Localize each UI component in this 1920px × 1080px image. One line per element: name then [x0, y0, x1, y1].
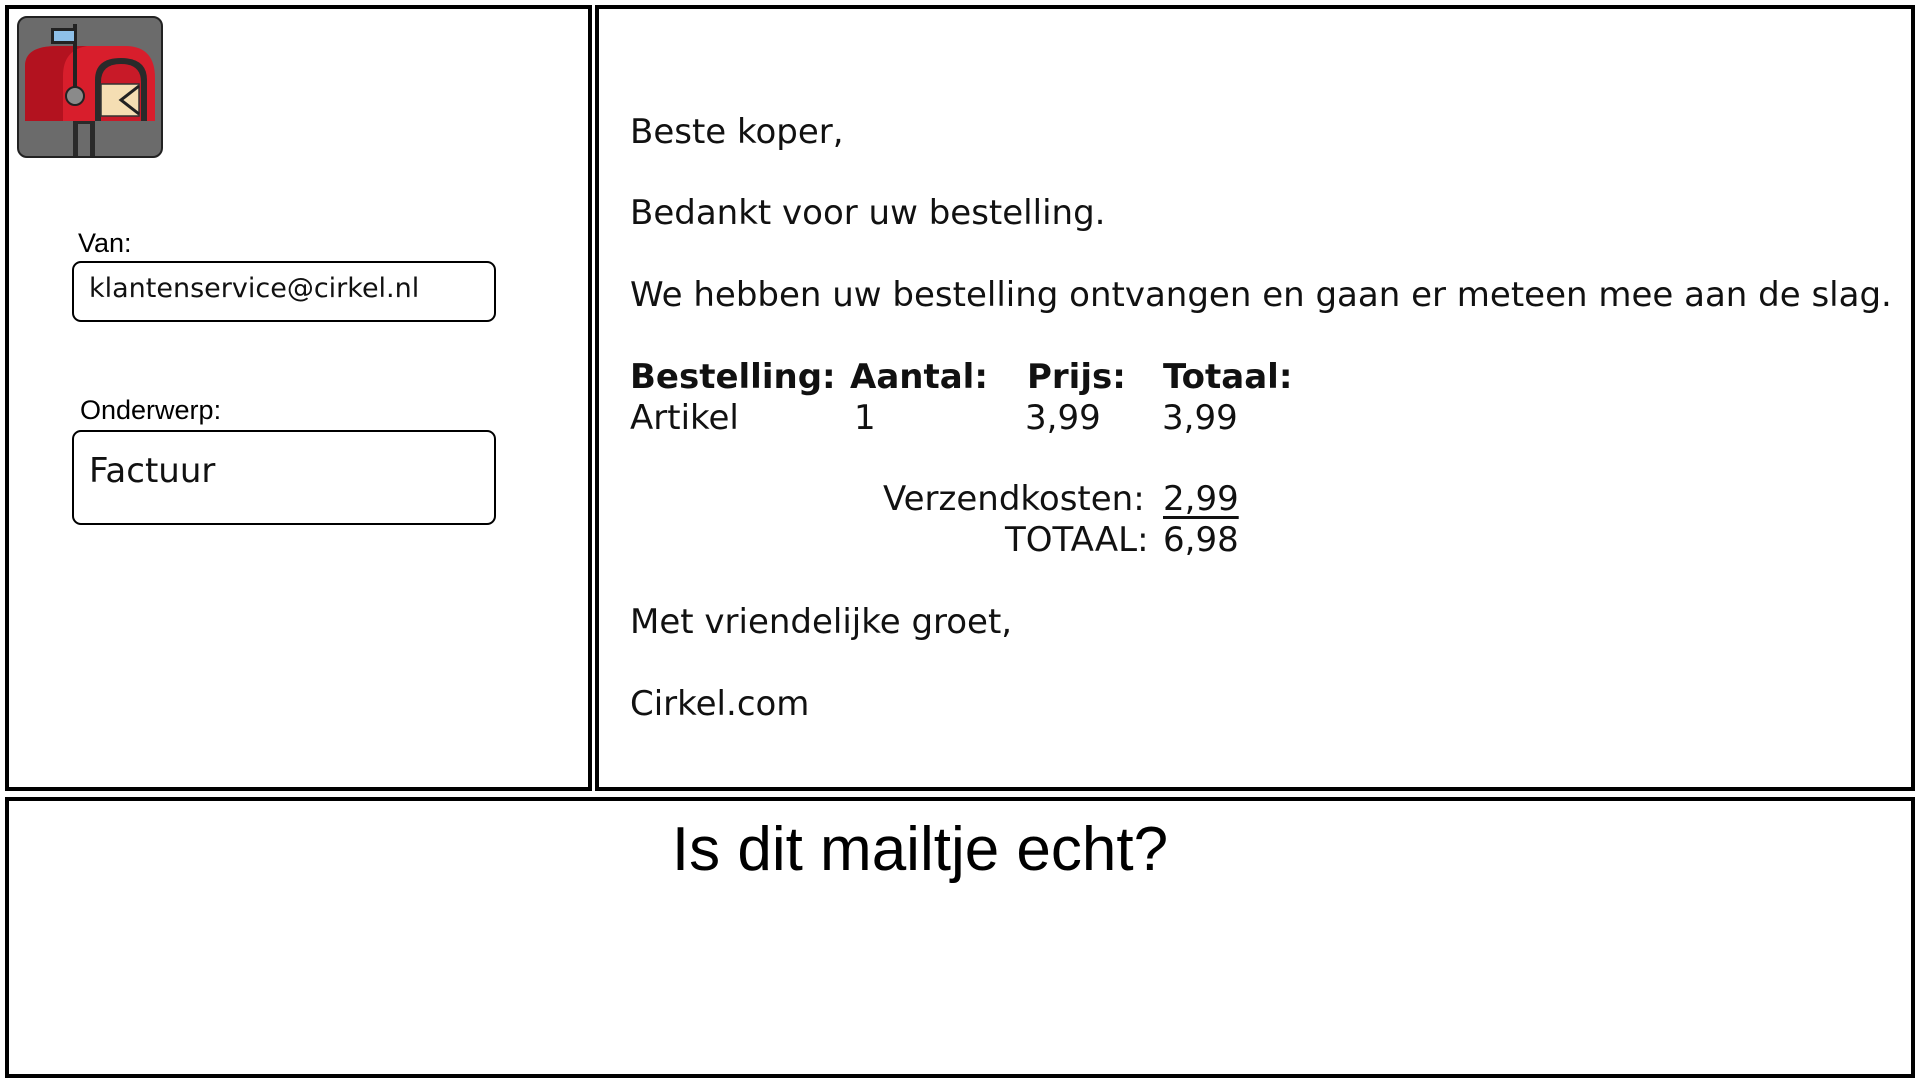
- sender-panel: Van: klantenservice@cirkel.nl Onderwerp:…: [5, 5, 592, 791]
- mail-body-panel: Beste koper, Bedankt voor uw bestelling.…: [595, 5, 1915, 791]
- subject-label: Onderwerp:: [80, 395, 222, 425]
- total-value: 6,98: [1163, 520, 1239, 560]
- table-header-order: Bestelling:: [630, 357, 836, 397]
- table-header-total: Totaal:: [1163, 357, 1293, 397]
- table-cell-item: Artikel: [630, 398, 739, 438]
- table-cell-quantity: 1: [854, 398, 876, 438]
- from-field: klantenservice@cirkel.nl: [72, 261, 496, 322]
- thanks-line: Bedankt voor uw bestelling.: [630, 193, 1106, 233]
- shipping-label: Verzendkosten:: [883, 479, 1145, 519]
- table-cell-price: 3,99: [1025, 398, 1101, 438]
- closing-line: Met vriendelijke groet,: [630, 602, 1013, 642]
- greeting: Beste koper,: [630, 112, 844, 152]
- table-header-quantity: Aantal:: [850, 357, 988, 397]
- subject-field: Factuur: [72, 430, 496, 525]
- question-heading: Is dit mailtje echt?: [671, 815, 1169, 884]
- shipping-value: 2,99: [1163, 479, 1239, 519]
- signature: Cirkel.com: [630, 684, 810, 724]
- mailbox-icon: [17, 16, 163, 158]
- table-header-price: Prijs:: [1027, 357, 1126, 397]
- total-label: TOTAAL:: [1005, 520, 1149, 560]
- question-panel: Is dit mailtje echt?: [5, 797, 1915, 1078]
- body-line: We hebben uw bestelling ontvangen en gaa…: [630, 275, 1892, 315]
- from-label: Van:: [78, 228, 132, 258]
- table-cell-total: 3,99: [1162, 398, 1238, 438]
